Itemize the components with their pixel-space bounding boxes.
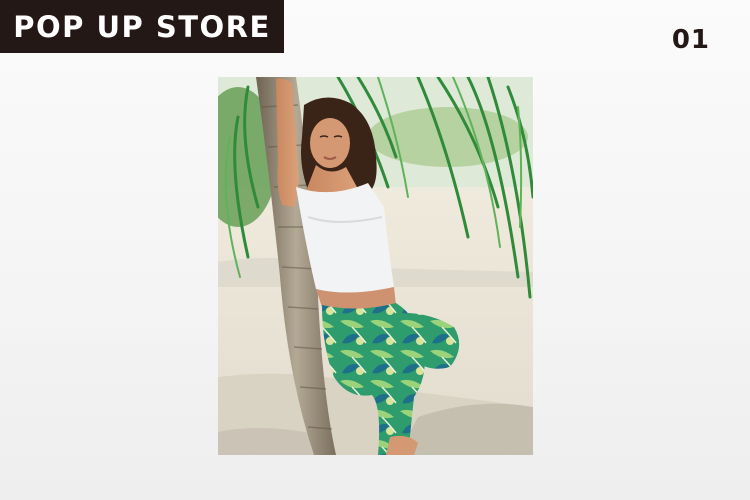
page-title: POP UP STORE [13,9,271,44]
model-leaning-on-palm-tree-image [218,77,533,455]
feature-photo [218,77,533,455]
issue-number: 01 [671,25,710,55]
title-band: POP UP STORE [0,0,284,53]
